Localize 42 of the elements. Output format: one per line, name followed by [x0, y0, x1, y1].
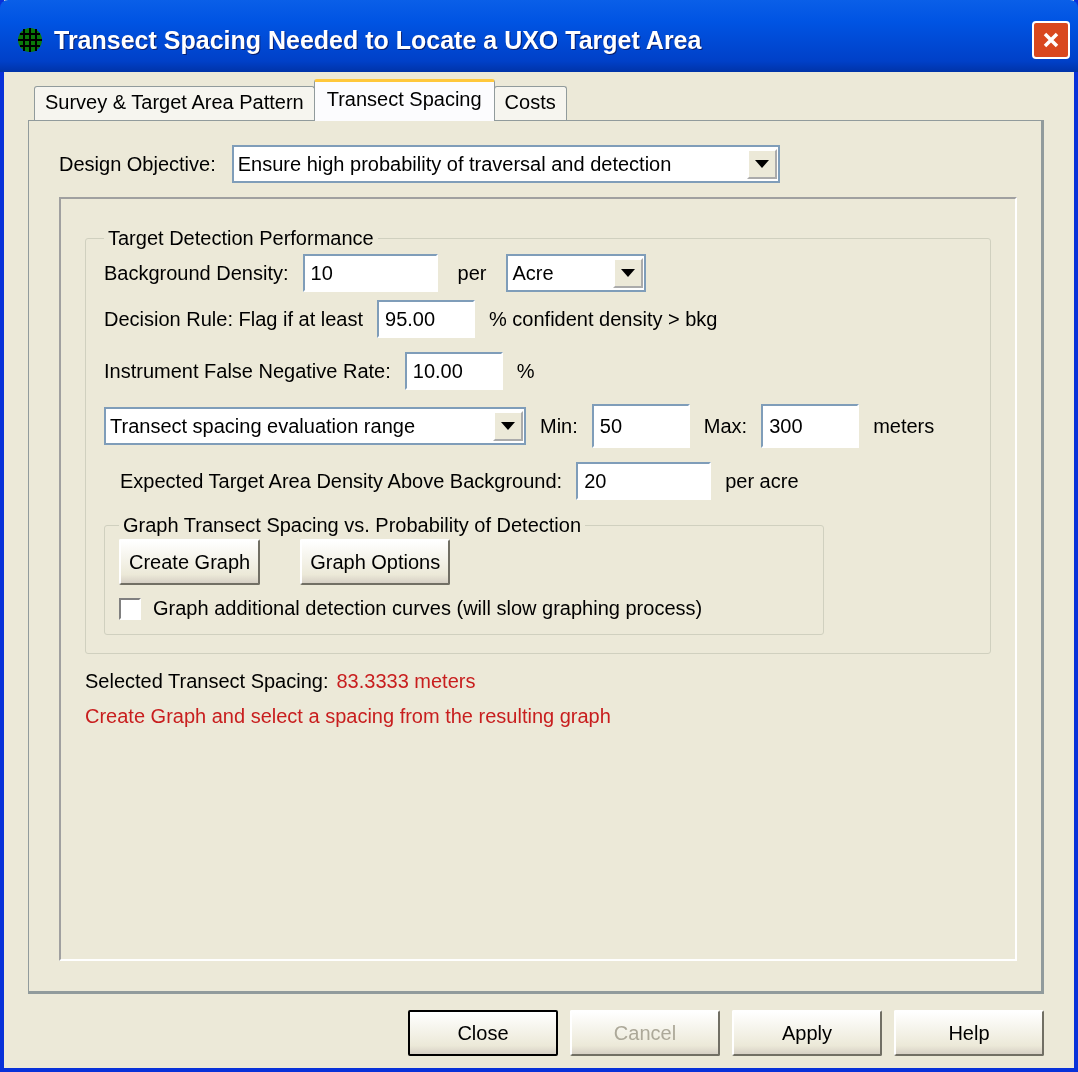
field-label: Background Density: [104, 261, 289, 285]
graph-button[interactable]: Create Graph [119, 539, 261, 585]
input-field[interactable]: 50 [591, 404, 690, 448]
result-label: Selected Transect Spacing: [85, 670, 329, 693]
checkbox-label: Graph additional detection curves (will slow graphing process) [153, 597, 703, 620]
design-objective-dropdown[interactable]: Ensure high probability of traversal and detection [231, 145, 780, 183]
graph-button[interactable]: Graph Options [300, 539, 451, 585]
tab[interactable]: Survey & Target Area Pattern [34, 86, 315, 120]
field-label: meters [873, 414, 935, 438]
field-label: Max: [703, 414, 748, 438]
dialog-button[interactable]: Help [894, 1010, 1044, 1056]
unit-dropdown[interactable]: Acre [506, 254, 647, 292]
grid-icon [16, 26, 44, 54]
caret-icon [493, 411, 523, 441]
close-button[interactable] [1032, 21, 1070, 59]
tab[interactable]: Costs [493, 86, 567, 120]
result-value: 83.3333 meters [336, 670, 476, 693]
range-dropdown[interactable]: Transect spacing evaluation range [104, 407, 526, 445]
group-title: Graph Transect Spacing vs. Probability of Detection [122, 514, 582, 537]
field-label: Instrument False Negative Rate: [104, 359, 391, 383]
caret-icon [746, 149, 777, 179]
input-field[interactable]: 20 [576, 462, 712, 500]
dialog-button[interactable]: Close [408, 1010, 558, 1056]
field-label: Decision Rule: Flag if at least [104, 307, 363, 331]
input-field[interactable]: 10.00 [404, 352, 503, 390]
input-field[interactable]: 300 [761, 404, 860, 448]
tab[interactable]: Transect Spacing [313, 79, 495, 121]
group-title: Target Detection Performance [107, 227, 375, 250]
dialog-button[interactable]: Apply [732, 1010, 882, 1056]
caret-icon [613, 258, 644, 288]
input-field[interactable]: 95.00 [377, 300, 475, 338]
design-objective-label: Design Objective: [59, 152, 216, 176]
field-label: Min: [540, 414, 578, 438]
window-title: Transect Spacing Needed to Locate a UXO Target Area [54, 25, 703, 55]
checkbox[interactable] [119, 597, 141, 620]
status-message: Create Graph and select a spacing from the resulting graph [85, 705, 612, 728]
field-label: % [516, 359, 535, 383]
input-field[interactable]: 10 [302, 254, 438, 292]
field-label: % confident density > bkg [489, 307, 718, 331]
field-label: per acre [725, 469, 799, 493]
field-label: Expected Target Area Density Above Background: [120, 469, 563, 493]
field-label: per [457, 261, 487, 285]
